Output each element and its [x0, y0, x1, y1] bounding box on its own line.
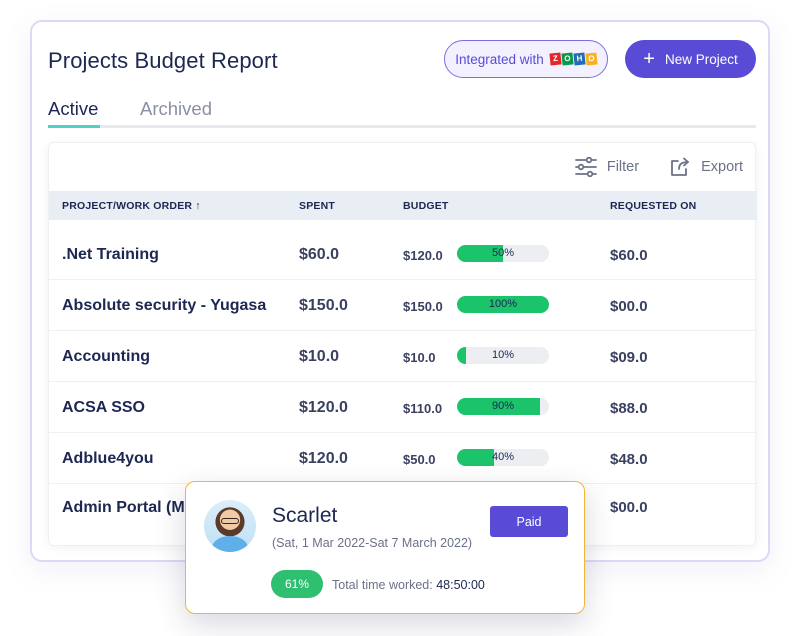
integrated-with-zoho-badge[interactable]: Integrated with ZOHO	[444, 40, 608, 78]
export-label: Export	[701, 159, 743, 175]
requested-value: $48.0	[610, 451, 648, 468]
progress-label: 90%	[491, 400, 515, 412]
page-title: Projects Budget Report	[48, 48, 278, 73]
budget-value: $110.0	[403, 401, 443, 416]
budget-progress-bar: 50%	[457, 245, 549, 262]
budget-progress-bar: 10%	[457, 347, 549, 364]
requested-value: $00.0	[610, 499, 648, 516]
requested-value: $60.0	[610, 247, 648, 264]
column-budget-header: BUDGET	[403, 200, 449, 212]
plus-icon: +	[643, 48, 655, 70]
progress-label: 50%	[491, 247, 515, 259]
column-spent-header: SPENT	[299, 200, 336, 212]
filter-label: Filter	[606, 159, 640, 175]
worker-summary-popup: Scarlet (Sat, 1 Mar 2022-Sat 7 March 202…	[185, 481, 585, 614]
tab-active[interactable]: Active	[48, 98, 98, 120]
project-name: Accounting	[62, 348, 150, 365]
export-button[interactable]: Export	[669, 157, 743, 177]
column-requested-header: REQUESTED ON	[610, 200, 697, 212]
budget-value: $50.0	[403, 452, 436, 467]
progress-label: 100%	[488, 298, 518, 310]
avatar-glasses	[221, 518, 239, 524]
budget-value: $120.0	[403, 248, 443, 263]
paid-status-button[interactable]: Paid	[490, 506, 568, 537]
table-row[interactable]: .Net Training $60.0 $120.0 50% $60.0	[49, 229, 757, 280]
integrated-label: Integrated with	[455, 51, 544, 67]
progress-label: 40%	[491, 451, 515, 463]
tab-divider	[48, 125, 756, 128]
avatar-shirt	[212, 536, 248, 552]
project-name: Absolute security - Yugasa	[62, 297, 267, 314]
filter-button[interactable]: Filter	[574, 157, 640, 177]
percent-badge: 61%	[271, 570, 323, 598]
avatar	[204, 500, 256, 552]
project-name: Adblue4you	[62, 450, 154, 467]
export-icon	[671, 157, 689, 176]
zoho-logo: ZOHO	[549, 52, 598, 66]
project-name: Admin Portal (Mi	[62, 499, 190, 516]
new-project-button[interactable]: + New Project	[625, 40, 756, 78]
tab-archived[interactable]: Archived	[140, 98, 212, 120]
active-tab-indicator	[48, 125, 100, 128]
column-project-header[interactable]: PROJECT/WORK ORDER ↑	[62, 200, 201, 212]
total-time-worked: Total time worked: 48:50:00	[332, 578, 485, 592]
table-row[interactable]: Accounting $10.0 $10.0 10% $09.0	[49, 331, 757, 382]
progress-label: 10%	[491, 349, 515, 361]
spent-value: $120.0	[299, 450, 348, 467]
project-name: .Net Training	[62, 246, 159, 263]
budget-progress-bar: 40%	[457, 449, 549, 466]
budget-value: $10.0	[403, 350, 436, 365]
tab-bar: Active Archived	[48, 98, 756, 128]
spent-value: $120.0	[299, 399, 348, 416]
table-row[interactable]: Adblue4you $120.0 $50.0 40% $48.0	[49, 433, 757, 484]
project-name: ACSA SSO	[62, 399, 145, 416]
table-header: PROJECT/WORK ORDER ↑ SPENT BUDGET REQUES…	[49, 191, 757, 220]
table-toolbar: Filter Export	[574, 157, 743, 177]
requested-value: $09.0	[610, 349, 648, 366]
spent-value: $10.0	[299, 348, 340, 365]
requested-value: $88.0	[610, 400, 648, 417]
spent-value: $150.0	[299, 297, 348, 314]
time-label: Total time worked:	[332, 578, 433, 592]
requested-value: $00.0	[610, 298, 648, 315]
date-range: (Sat, 1 Mar 2022-Sat 7 March 2022)	[272, 536, 473, 550]
spent-value: $60.0	[299, 246, 340, 263]
table-row[interactable]: Absolute security - Yugasa $150.0 $150.0…	[49, 280, 757, 331]
budget-progress-bar: 100%	[457, 296, 549, 313]
table-row[interactable]: ACSA SSO $120.0 $110.0 90% $88.0	[49, 382, 757, 433]
worker-name: Scarlet	[272, 504, 338, 527]
new-project-label: New Project	[664, 51, 738, 67]
budget-value: $150.0	[403, 299, 443, 314]
time-value: 48:50:00	[436, 578, 485, 592]
filter-icon	[574, 157, 597, 177]
budget-progress-bar: 90%	[457, 398, 549, 415]
